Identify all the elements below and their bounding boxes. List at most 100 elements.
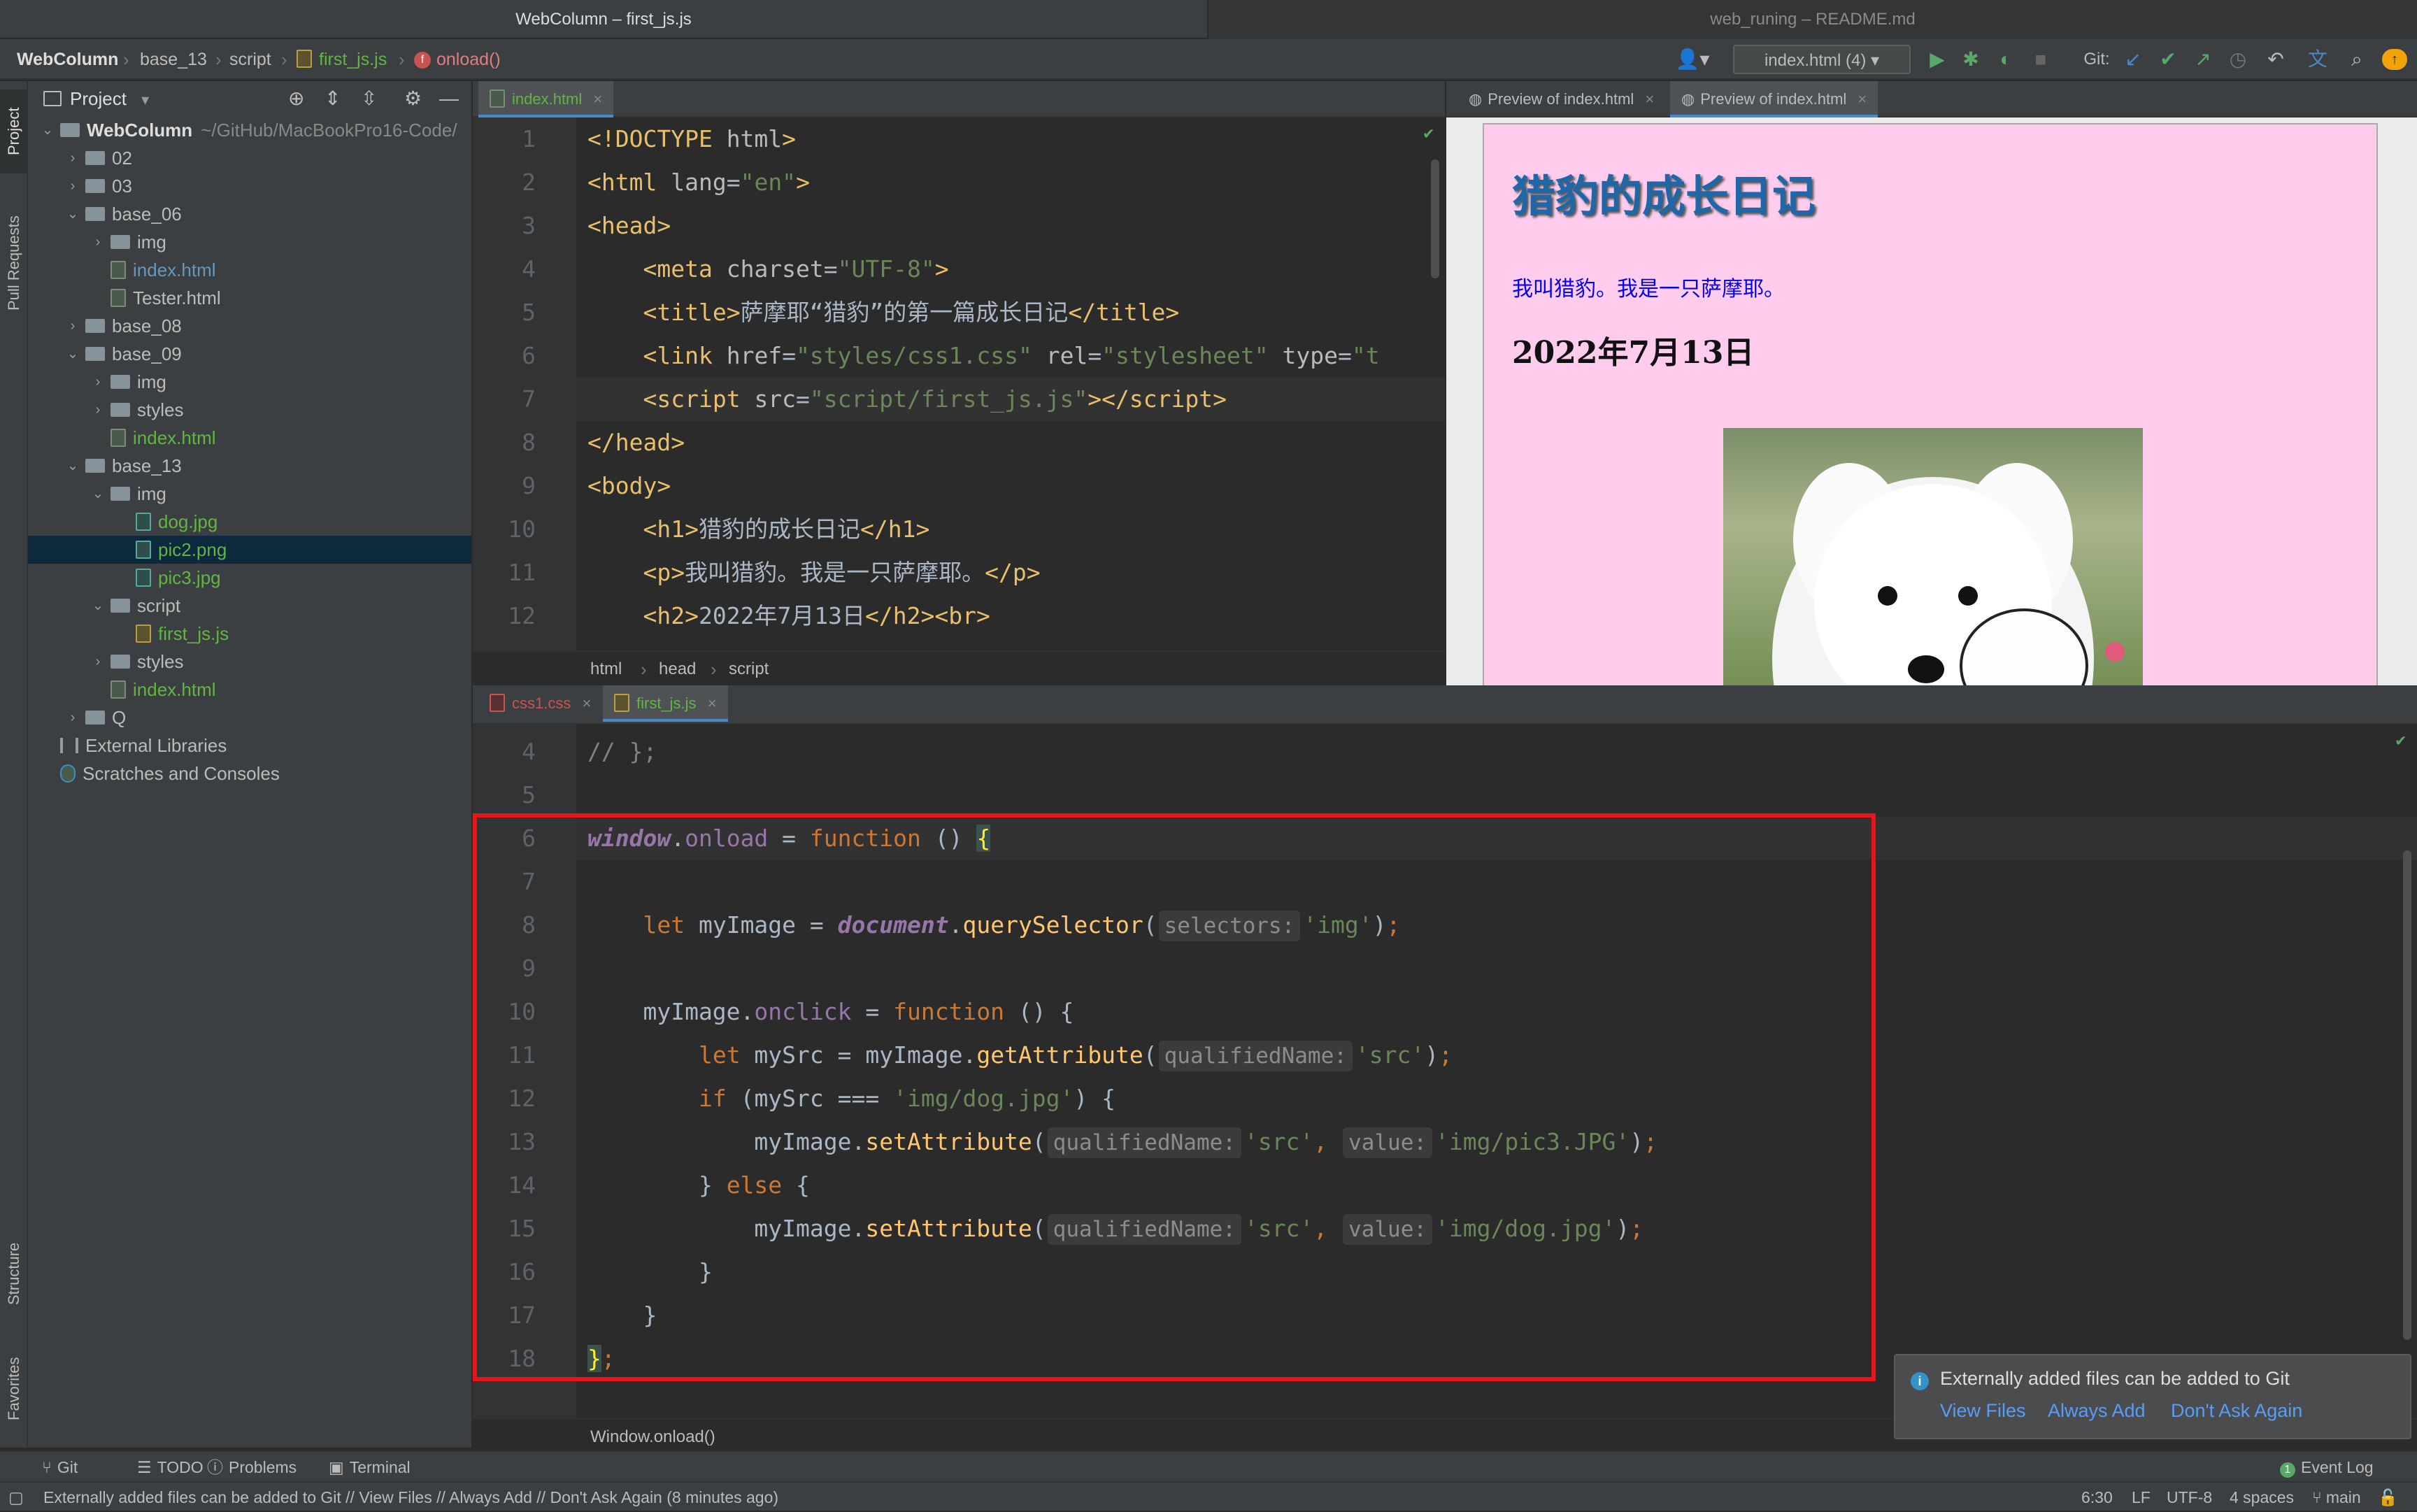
code-line[interactable]: myImage.setAttribute(qualifiedName:'src'… — [587, 1207, 1644, 1250]
tree-item[interactable]: ⌄ img — [28, 480, 471, 508]
minimize-icon[interactable]: — — [439, 81, 459, 116]
chevron-right-icon[interactable]: › — [90, 396, 106, 424]
code-line[interactable]: }; — [587, 1337, 615, 1381]
tree-item[interactable]: ⌄ base_06 — [28, 200, 471, 228]
code-line[interactable]: // }; — [587, 730, 657, 773]
breadcrumb-function[interactable]: f onload() — [414, 39, 501, 80]
tree-item[interactable]: ⌄ base_09 — [28, 340, 471, 368]
chevron-right-icon[interactable]: › — [64, 312, 81, 340]
breadcrumb-html[interactable]: html — [590, 652, 622, 687]
tab-index-html[interactable]: index.html × — [478, 81, 614, 117]
code-line[interactable]: } — [587, 1250, 713, 1294]
project-panel-title[interactable]: Project — [70, 88, 127, 109]
git-update-icon[interactable]: ↙ — [2119, 45, 2147, 74]
chevron-right-icon[interactable]: › — [90, 648, 106, 676]
tab-project[interactable]: Project — [0, 90, 28, 173]
preview-pane[interactable]: 猎豹的成长日记 我叫猎豹。我是一只萨摩耶。 2022年7月13日 — [1446, 117, 2417, 685]
tree-item[interactable]: › base_08 — [28, 312, 471, 340]
chevron-down-icon[interactable]: ⌄ — [39, 116, 56, 144]
code-line[interactable]: </head> — [587, 421, 685, 464]
git-branch[interactable]: ⑂ main — [2312, 1483, 2361, 1512]
code-line[interactable]: <body> — [587, 464, 671, 508]
chevron-down-icon[interactable]: ▾ — [141, 91, 149, 108]
code-line[interactable]: <!DOCTYPE html> — [587, 117, 796, 161]
code-line[interactable]: <h1>猎豹的成长日记</h1> — [587, 508, 929, 551]
layout-icon[interactable]: ▢ — [8, 1483, 24, 1512]
code-line[interactable]: let myImage = document.querySelector(sel… — [587, 904, 1400, 947]
breadcrumb-head[interactable]: head — [659, 652, 696, 687]
code-line[interactable]: <meta charset="UTF-8"> — [587, 248, 948, 291]
tab-structure[interactable]: Structure — [0, 1221, 28, 1326]
tree-item[interactable]: pic3.jpg — [28, 564, 471, 592]
tree-item[interactable]: first_js.js — [28, 620, 471, 648]
code-line[interactable]: myImage.onclick = function () { — [587, 990, 1074, 1034]
tree-item[interactable]: › styles — [28, 648, 471, 676]
tree-item[interactable]: ⌄ WebColumn ~/GitHub/MacBookPro16-Code/ — [28, 116, 471, 144]
tree-item[interactable]: › img — [28, 228, 471, 256]
chevron-down-icon[interactable]: ⌄ — [64, 340, 81, 368]
code-line[interactable]: } else { — [587, 1164, 810, 1207]
chevron-right-icon[interactable]: › — [64, 144, 81, 172]
tree-item[interactable]: dog.jpg — [28, 508, 471, 536]
tab-first-js[interactable]: first_js.js × — [603, 685, 728, 722]
breadcrumb-project[interactable]: WebColumn — [17, 39, 118, 80]
coverage-icon[interactable]: ◐ — [1992, 45, 2020, 74]
caret-position[interactable]: 6:30 — [2081, 1483, 2113, 1512]
run-configuration-select[interactable]: index.html (4) ▾ — [1733, 45, 1911, 74]
close-icon[interactable]: × — [1858, 90, 1867, 108]
close-icon[interactable]: × — [1645, 90, 1654, 108]
chevron-down-icon[interactable]: ⌄ — [64, 200, 81, 228]
tree-item[interactable]: index.html — [28, 676, 471, 704]
tab-git[interactable]: ⑂ Git — [42, 1452, 78, 1483]
tree-item[interactable]: External Libraries — [28, 732, 471, 759]
code-line[interactable]: myImage.setAttribute(qualifiedName:'src'… — [587, 1120, 1657, 1164]
translate-icon[interactable]: 文 — [2304, 45, 2332, 74]
line-separator[interactable]: LF — [2132, 1483, 2151, 1512]
tab-terminal[interactable]: ▣ Terminal — [329, 1452, 411, 1483]
code-line[interactable]: let mySrc = myImage.getAttribute(qualifi… — [587, 1034, 1453, 1077]
breadcrumb-subfolder[interactable]: script — [229, 39, 271, 80]
tab-todo[interactable]: ☰ TODO — [137, 1452, 204, 1483]
tree-item[interactable]: index.html — [28, 424, 471, 452]
git-push-icon[interactable]: ↗ — [2189, 45, 2217, 74]
tab-problems[interactable]: ⓘ Problems — [207, 1452, 297, 1483]
code-line[interactable]: if (mySrc === 'img/dog.jpg') { — [587, 1077, 1115, 1120]
chevron-down-icon[interactable]: ⌄ — [90, 592, 106, 620]
code-line[interactable]: <h2>2022年7月13日</h2><br> — [587, 594, 990, 638]
search-icon[interactable]: ⌕ — [2343, 45, 2371, 74]
tree-item[interactable]: Scratches and Consoles — [28, 759, 471, 787]
tab-favorites[interactable]: Favorites — [0, 1340, 28, 1438]
file-encoding[interactable]: UTF-8 — [2167, 1483, 2212, 1512]
collapse-all-icon[interactable]: ⇳ — [361, 81, 377, 116]
code-line[interactable]: window.onload = function () { — [587, 817, 991, 860]
chevron-right-icon[interactable]: › — [90, 228, 106, 256]
tree-item[interactable]: Tester.html — [28, 284, 471, 312]
user-icon[interactable]: 👤▾ — [1671, 45, 1713, 74]
gear-icon[interactable]: ⚙ — [404, 81, 422, 116]
tree-item[interactable]: pic2.png — [28, 536, 471, 564]
code-line[interactable]: <link href="styles/css1.css" rel="styles… — [587, 334, 1379, 378]
window-title-right[interactable]: web_runing – README.md — [1208, 0, 2417, 39]
tree-item[interactable]: ⌄ script — [28, 592, 471, 620]
tree-item[interactable]: index.html — [28, 256, 471, 284]
chevron-right-icon[interactable]: › — [64, 704, 81, 732]
tab-css1-css[interactable]: css1.css × — [478, 685, 602, 722]
dog-image[interactable] — [1723, 428, 2143, 685]
code-line[interactable]: <title>萨摩耶“猎豹”的第一篇成长日记</title> — [587, 291, 1179, 334]
rollback-icon[interactable]: ↶ — [2262, 45, 2290, 74]
event-log-button[interactable]: 1 Event Log — [2280, 1452, 2374, 1483]
breadcrumb-window-onload[interactable]: Window.onload() — [590, 1420, 715, 1455]
chevron-down-icon[interactable]: ⌄ — [64, 452, 81, 480]
stop-icon[interactable]: ■ — [2028, 45, 2053, 74]
update-icon[interactable]: ↑ — [2382, 49, 2407, 70]
tab-pull-requests[interactable]: Pull Requests — [0, 193, 28, 333]
locate-icon[interactable]: ⊕ — [288, 81, 304, 116]
tree-item[interactable]: › 03 — [28, 172, 471, 200]
chevron-right-icon[interactable]: › — [64, 172, 81, 200]
code-line[interactable]: <p>我叫猎豹。我是一只萨摩耶。</p> — [587, 551, 1040, 594]
tab-preview-1[interactable]: ◍ Preview of index.html × — [1457, 81, 1665, 117]
code-line[interactable]: <html lang="en"> — [587, 161, 810, 204]
tree-item[interactable]: ⌄ base_13 — [28, 452, 471, 480]
close-icon[interactable]: × — [593, 90, 602, 108]
breadcrumb-script[interactable]: script — [729, 652, 769, 687]
